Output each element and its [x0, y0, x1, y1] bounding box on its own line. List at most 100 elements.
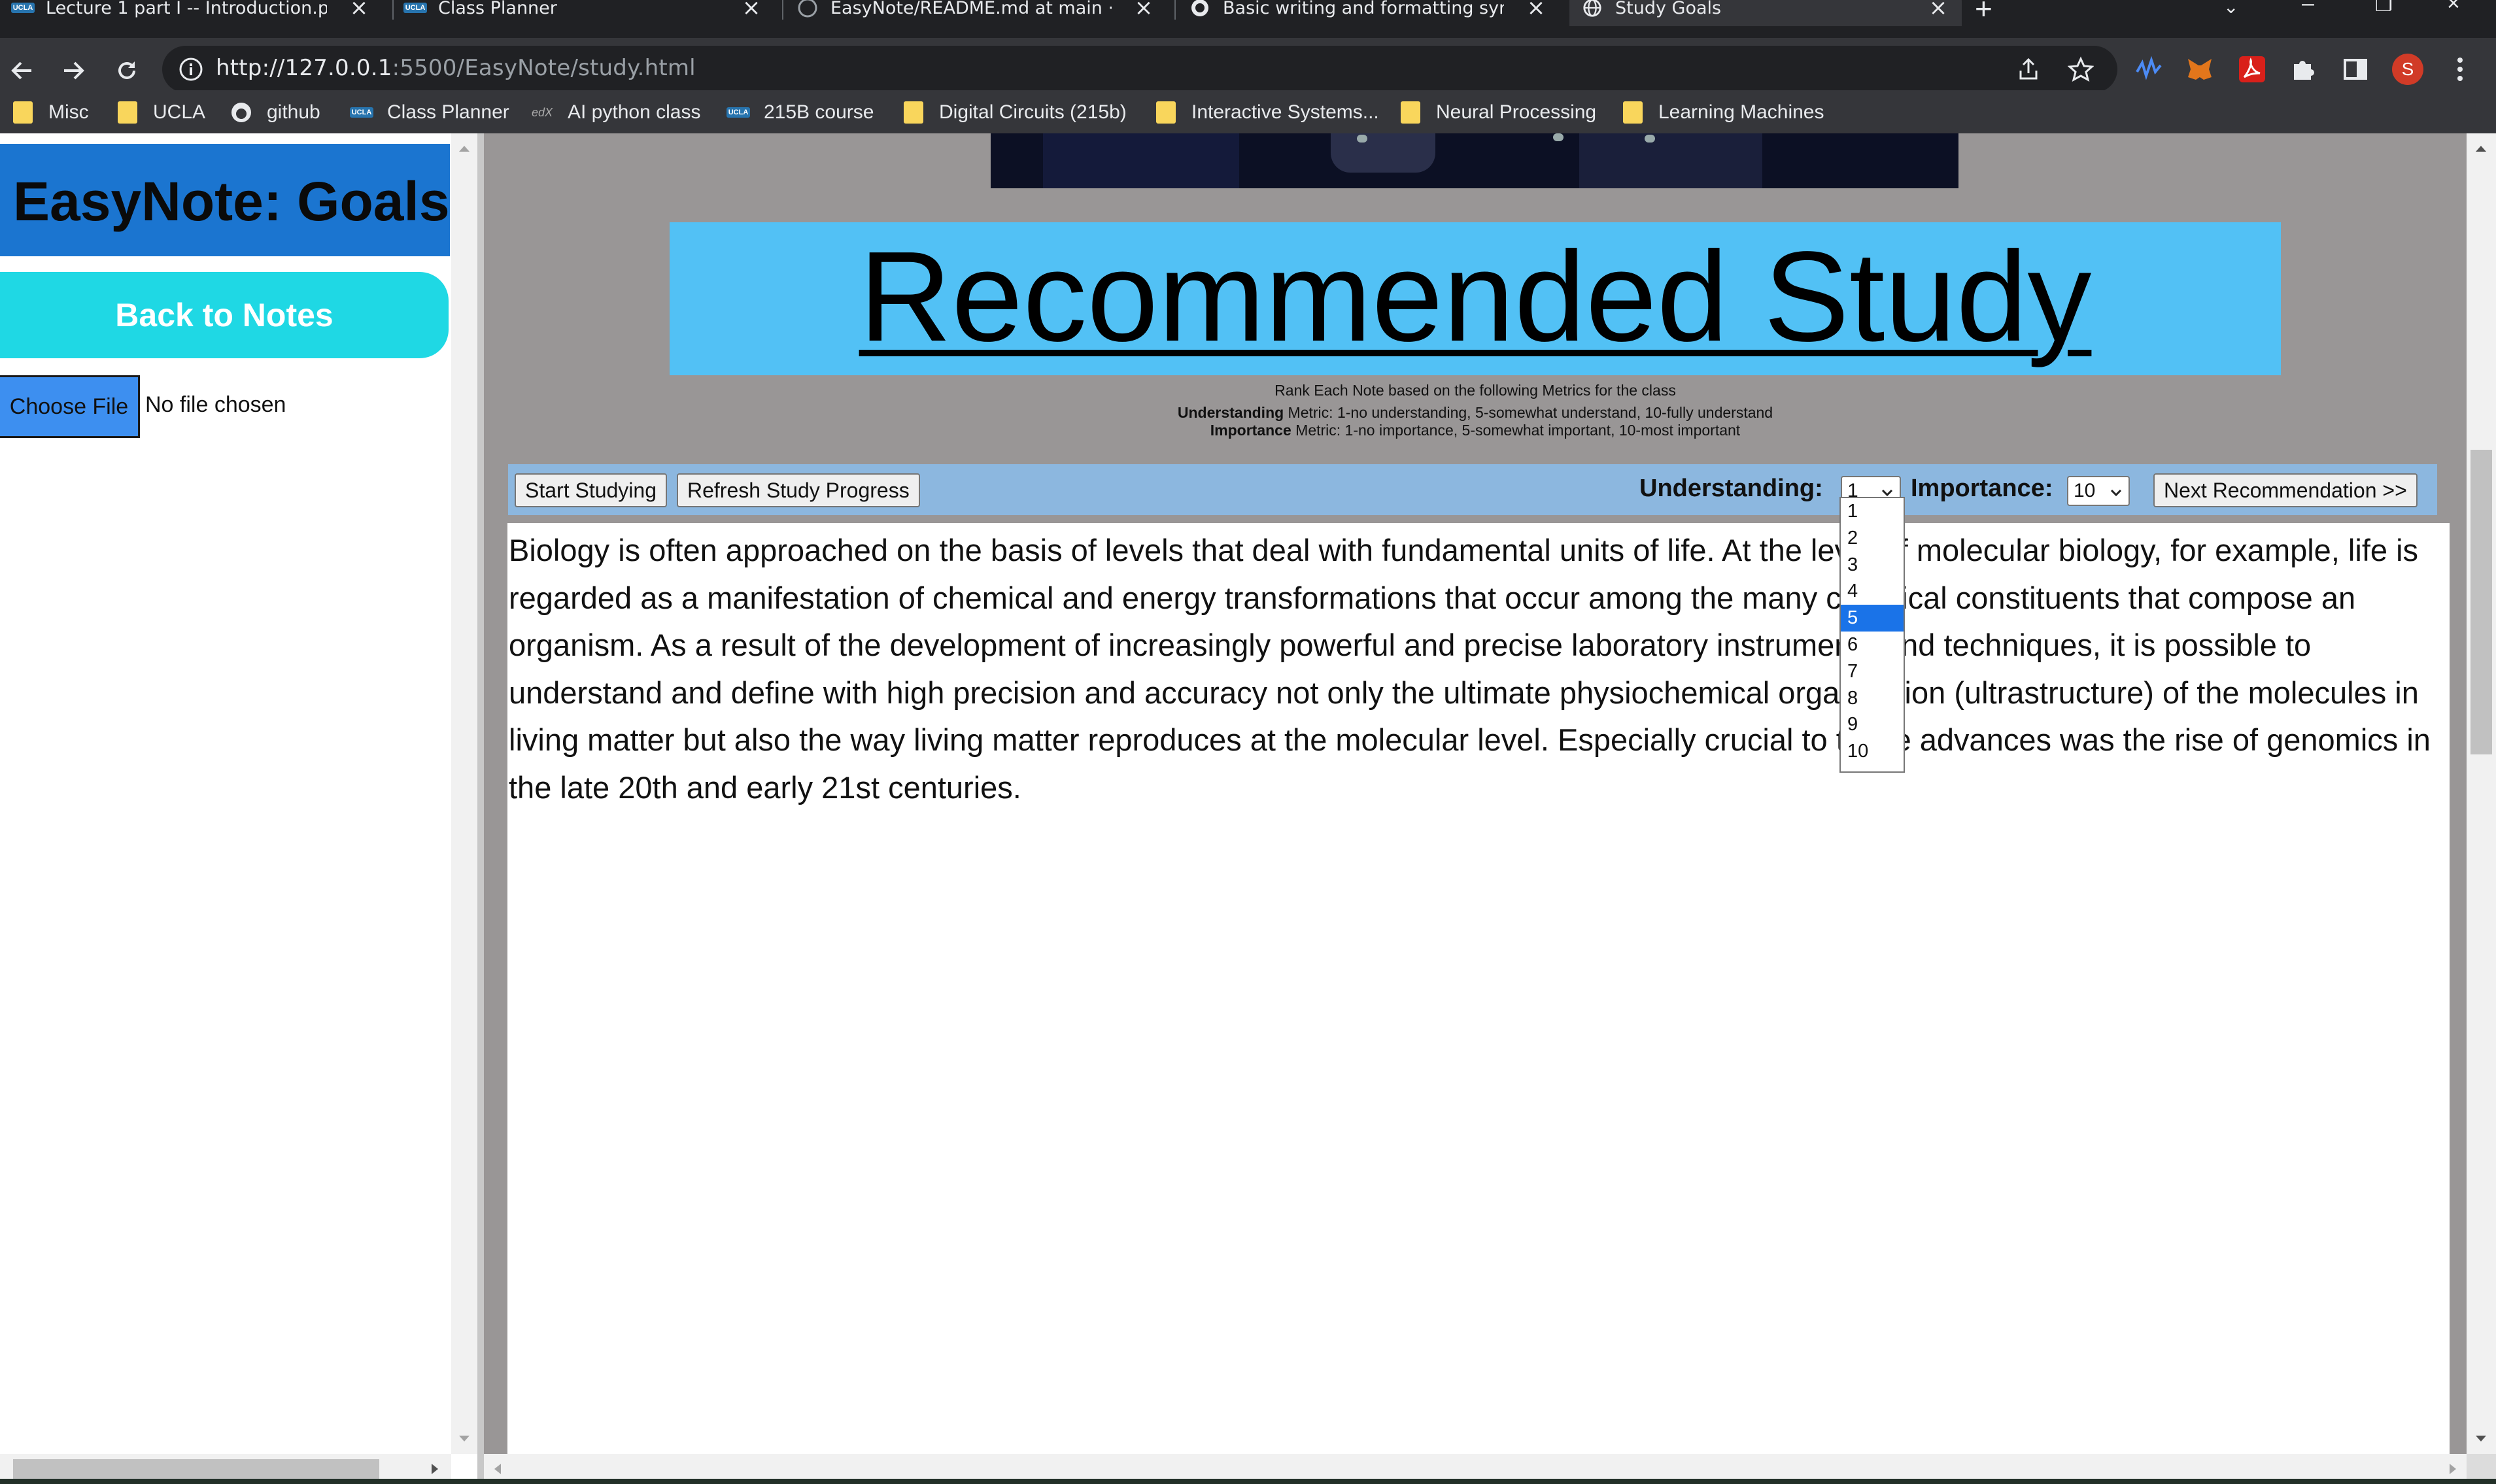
- metamask-fox-icon[interactable]: [2184, 54, 2215, 85]
- window-close-icon[interactable]: ×: [2447, 0, 2460, 16]
- refresh-study-progress-button[interactable]: Refresh Study Progress: [677, 473, 920, 507]
- understanding-label: Understanding:: [1639, 475, 1823, 502]
- scroll-down-icon[interactable]: [2467, 1425, 2496, 1451]
- sidebar-vertical-scrollbar[interactable]: [451, 133, 477, 1454]
- bookmark-github[interactable]: github: [230, 99, 320, 126]
- close-icon[interactable]: ×: [740, 0, 763, 20]
- github-icon: [230, 101, 252, 124]
- back-arrow-icon[interactable]: [3, 51, 42, 90]
- bookmark-learning-machines[interactable]: Learning Machines: [1622, 99, 1824, 126]
- dropdown-option[interactable]: 1: [1841, 498, 1904, 525]
- main-vertical-scrollbar[interactable]: [2467, 133, 2496, 1454]
- scroll-down-icon[interactable]: [451, 1425, 477, 1451]
- tab-title: Lecture 1 part I -- Introduction.pd: [46, 0, 327, 18]
- scrollbar-thumb[interactable]: [2470, 450, 2492, 754]
- share-icon[interactable]: [2013, 54, 2044, 85]
- globe-icon: [1582, 0, 1602, 18]
- bookmark-215b-course[interactable]: UCLA 215B course: [726, 99, 874, 126]
- dropdown-option[interactable]: 10: [1841, 738, 1904, 765]
- info-icon[interactable]: [178, 56, 204, 82]
- importance-value: 10: [2074, 480, 2096, 501]
- bookmark-label: Digital Circuits (215b): [939, 101, 1127, 123]
- bookmark-interactive-systems[interactable]: Interactive Systems...: [1155, 99, 1379, 126]
- tab-lecture[interactable]: UCLA Lecture 1 part I -- Introduction.pd…: [10, 0, 383, 26]
- kebab-menu-icon[interactable]: [2444, 54, 2476, 85]
- reload-icon[interactable]: [107, 51, 146, 90]
- acrobat-icon[interactable]: [2236, 54, 2268, 85]
- dropdown-option[interactable]: 3: [1841, 552, 1904, 579]
- folder-icon: [1155, 101, 1177, 124]
- file-status-text: No file chosen: [145, 392, 286, 417]
- bookmark-label: Interactive Systems...: [1191, 101, 1379, 123]
- study-controls-bar: Start Studying Refresh Study Progress Un…: [508, 464, 2437, 515]
- scroll-up-icon[interactable]: [2467, 136, 2496, 162]
- bookmark-label: Learning Machines: [1658, 101, 1824, 123]
- puzzle-extensions-icon[interactable]: [2287, 54, 2319, 85]
- next-recommendation-button[interactable]: Next Recommendation >>: [2153, 473, 2418, 507]
- bookmark-label: 215B course: [764, 101, 874, 123]
- tab-strip: UCLA Lecture 1 part I -- Introduction.pd…: [0, 0, 2496, 38]
- close-icon[interactable]: ×: [347, 0, 371, 20]
- dropdown-option[interactable]: 2: [1841, 525, 1904, 552]
- tab-readme[interactable]: EasyNote/README.md at main · ×: [798, 0, 1167, 26]
- choose-file-button[interactable]: Choose File: [0, 375, 140, 438]
- bookmark-digital-circuits[interactable]: Digital Circuits (215b): [902, 99, 1127, 126]
- address-bar[interactable]: http://127.0.0.1:5500/EasyNote/study.htm…: [162, 46, 2117, 93]
- dropdown-option[interactable]: 7: [1841, 658, 1904, 685]
- dropdown-option[interactable]: 4: [1841, 578, 1904, 605]
- bookmark-ai-python[interactable]: edX AI python class: [531, 99, 700, 126]
- ucla-icon: UCLA: [726, 101, 751, 124]
- instructions-text: Rank Each Note based on the following Me…: [1274, 382, 1676, 399]
- folder-icon: [902, 101, 925, 124]
- scroll-up-icon[interactable]: [451, 136, 477, 162]
- tab-basic-writing[interactable]: Basic writing and formatting synt ×: [1190, 0, 1560, 26]
- bookmark-label: UCLA: [153, 101, 206, 123]
- sidebar: EasyNote: Goals Back to Notes Choose Fil…: [0, 133, 451, 1454]
- ucla-icon: UCLA: [349, 101, 374, 124]
- tab-class-planner[interactable]: UCLA Class Planner ×: [403, 0, 775, 26]
- folder-icon: [116, 101, 139, 124]
- tab-title: Study Goals: [1615, 0, 1722, 18]
- note-display: Biology is often approached on the basis…: [507, 523, 2450, 1454]
- understanding-dropdown-list[interactable]: 1 2 3 4 5 6 7 8 9 10: [1839, 497, 1905, 773]
- close-icon[interactable]: ×: [1132, 0, 1155, 20]
- bookmark-ucla[interactable]: UCLA: [116, 99, 205, 126]
- dropdown-option[interactable]: 6: [1841, 632, 1904, 658]
- bookmark-class-planner[interactable]: UCLA Class Planner: [349, 99, 509, 126]
- bookmark-neural-processing[interactable]: Neural Processing: [1399, 99, 1596, 126]
- back-to-notes-button[interactable]: Back to Notes: [0, 272, 449, 358]
- tab-search-icon[interactable]: ⌄: [2223, 0, 2238, 18]
- importance-select[interactable]: 10: [2067, 476, 2130, 506]
- frame-divider[interactable]: [477, 133, 484, 1484]
- extension-wave-icon[interactable]: [2133, 54, 2164, 85]
- tab-study-goals[interactable]: Study Goals ×: [1569, 0, 1962, 26]
- bookmark-label: github: [267, 101, 320, 123]
- page-viewport: EasyNote: Goals Back to Notes Choose Fil…: [0, 133, 2496, 1484]
- ucla-icon: UCLA: [10, 0, 35, 18]
- dropdown-option-highlighted[interactable]: 5: [1841, 605, 1904, 632]
- ucla-icon: UCLA: [403, 0, 428, 18]
- dropdown-option[interactable]: 9: [1841, 711, 1904, 738]
- bookmark-label: AI python class: [568, 101, 701, 123]
- start-studying-button[interactable]: Start Studying: [515, 473, 667, 507]
- bookmark-misc[interactable]: Misc: [12, 99, 89, 126]
- avatar-initial: S: [2392, 54, 2423, 85]
- dropdown-option[interactable]: 8: [1841, 685, 1904, 712]
- github-icon: [798, 0, 817, 18]
- bookmark-label: Class Planner: [387, 101, 509, 123]
- new-tab-icon[interactable]: +: [1975, 0, 1992, 26]
- folder-icon: [1622, 101, 1644, 124]
- bookmark-label: Neural Processing: [1436, 101, 1597, 123]
- header-image: [991, 133, 1958, 188]
- recommended-study-banner: Recommended Study: [670, 222, 2281, 375]
- minimize-icon[interactable]: –: [2302, 0, 2314, 16]
- folder-icon: [1399, 101, 1422, 124]
- forward-arrow-icon[interactable]: [54, 51, 93, 90]
- close-icon[interactable]: ×: [1524, 0, 1548, 20]
- restore-icon[interactable]: ❐: [2375, 0, 2393, 16]
- scrollbar-thumb[interactable]: [13, 1459, 379, 1479]
- side-panel-icon[interactable]: [2340, 54, 2371, 85]
- star-icon[interactable]: [2065, 54, 2096, 85]
- profile-avatar[interactable]: S: [2392, 54, 2423, 85]
- close-icon[interactable]: ×: [1926, 0, 1950, 20]
